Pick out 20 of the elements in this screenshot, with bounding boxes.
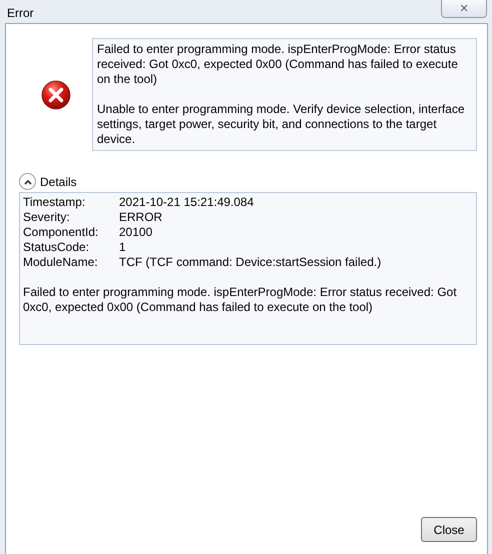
- field-label: ModuleName:: [23, 255, 99, 270]
- field-value: 2021-10-21 15:21:49.084: [119, 195, 254, 210]
- close-dialog-button[interactable]: Close: [421, 517, 477, 542]
- window-title: Error: [7, 6, 34, 20]
- collapse-toggle[interactable]: [19, 173, 36, 190]
- chevron-up-icon: [24, 178, 32, 184]
- details-text: Failed to enter programming mode. ispEnterProgMode: Error status received: Got 0xc0, expected 0x00 (Command has failed to execute on the tool): [23, 285, 458, 315]
- close-button[interactable]: ✕: [441, 0, 487, 18]
- field-value: 20100: [119, 225, 152, 240]
- message-text: Unable to enter programming mode. Verify device selection, interface settings, target power, security bit, and connections to the target device.: [97, 102, 466, 147]
- field-value: TCF (TCF command: Device:startSession failed.): [119, 255, 382, 270]
- error-icon: [40, 80, 70, 110]
- details-label: Details: [40, 174, 77, 188]
- field-value: ERROR: [119, 210, 162, 225]
- field-label: ComponentId:: [23, 225, 100, 240]
- field-value: 1: [119, 240, 126, 255]
- message-text: Failed to enter programming mode. ispEnterProgMode: Error status received: Got 0xc0, expected 0x00 (Command has failed to execute on the tool): [97, 42, 459, 87]
- field-label: Severity:: [23, 210, 71, 225]
- field-label: Timestamp:: [23, 195, 86, 210]
- field-label: StatusCode:: [23, 240, 90, 255]
